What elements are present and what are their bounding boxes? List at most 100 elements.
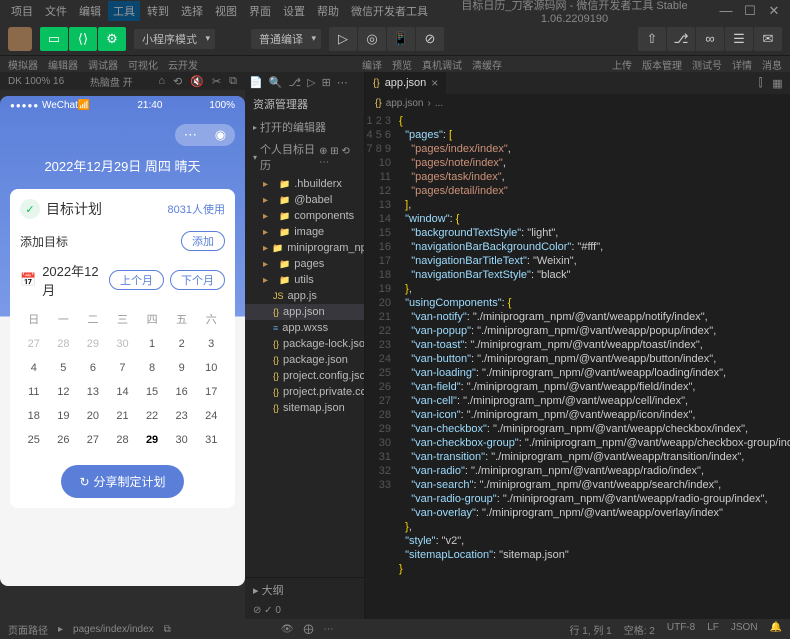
tree-item[interactable]: {}sitemap.json (245, 400, 364, 416)
refresh-icon[interactable]: ⟲ (173, 75, 182, 88)
calendar-day[interactable]: 12 (50, 381, 78, 403)
mute-icon[interactable]: 🔇 (190, 75, 204, 88)
search-tab-icon[interactable]: 🔍 (269, 76, 283, 89)
upload-button[interactable]: ⇧ (638, 27, 666, 51)
tree-item[interactable]: {}project.private.config.js... (245, 384, 364, 400)
tree-item[interactable]: {}app.json (245, 304, 364, 320)
calendar-day[interactable]: 7 (109, 357, 137, 379)
calendar-day[interactable]: 1 (138, 333, 166, 355)
git-tab-icon[interactable]: ⎇ (288, 76, 301, 89)
code-editor[interactable]: 1 2 3 4 5 6 7 8 9 10 11 12 13 14 15 16 1… (365, 112, 790, 619)
calendar-day[interactable]: 21 (109, 405, 137, 427)
cut-icon[interactable]: ✂ (212, 75, 221, 88)
close-button[interactable]: ✕ (764, 3, 784, 19)
theme-label[interactable]: 热脑盘 开 (90, 74, 133, 89)
menu-item[interactable]: 界面 (244, 1, 276, 21)
more-status-icon[interactable]: ⋯ (324, 624, 334, 635)
more-tab-icon[interactable]: ⋯ (337, 76, 348, 89)
debugger-button[interactable]: ⚙ (98, 27, 126, 51)
message-button[interactable]: ✉ (754, 27, 782, 51)
calendar-day[interactable]: 25 (20, 429, 48, 451)
simulator-button[interactable]: ▭ (40, 27, 68, 51)
split-icon[interactable]: ⫿ (759, 77, 763, 90)
tree-item[interactable]: ▸📁utils (245, 272, 364, 288)
calendar-day[interactable]: 27 (20, 333, 48, 355)
calendar-day[interactable]: 18 (20, 405, 48, 427)
calendar-day[interactable]: 5 (50, 357, 78, 379)
menu-item[interactable]: 工具 (108, 1, 140, 21)
tree-item[interactable]: {}project.config.json (245, 368, 364, 384)
calendar-day[interactable]: 15 (138, 381, 166, 403)
calendar-day[interactable]: 31 (197, 429, 225, 451)
menu-item[interactable]: 视图 (210, 1, 242, 21)
files-tab-icon[interactable]: 📄 (249, 76, 263, 89)
calendar-day[interactable]: 23 (168, 405, 196, 427)
add-button[interactable]: 添加 (181, 231, 225, 251)
page-path[interactable]: pages/index/index (73, 624, 154, 635)
calendar-day[interactable]: 29 (138, 429, 166, 451)
editor-button[interactable]: ⟨⟩ (69, 27, 97, 51)
eye-icon[interactable]: 👁 (281, 624, 294, 635)
menu-item[interactable]: 转到 (142, 1, 174, 21)
calendar-day[interactable]: 22 (138, 405, 166, 427)
tree-item[interactable]: ≡app.wxss (245, 320, 364, 336)
test-button[interactable]: ∞ (696, 27, 724, 51)
scene-icon[interactable]: ⨁ (304, 624, 314, 635)
calendar-day[interactable]: 2 (168, 333, 196, 355)
cursor-position[interactable]: 行 1, 列 1 (569, 622, 611, 637)
mode-dropdown[interactable]: 小程序模式 (134, 29, 215, 49)
menu-item[interactable]: 帮助 (312, 1, 344, 21)
calendar-day[interactable]: 26 (50, 429, 78, 451)
tree-item[interactable]: {}package-lock.json (245, 336, 364, 352)
calendar-day[interactable]: 24 (197, 405, 225, 427)
debug-tab-icon[interactable]: ▷ (307, 76, 315, 89)
open-editors-section[interactable]: 打开的编辑器 (245, 116, 364, 138)
tree-item[interactable]: ▸📁miniprogram_npm (245, 240, 364, 256)
preview-button[interactable]: ◎ (358, 27, 386, 51)
tree-item[interactable]: {}package.json (245, 352, 364, 368)
breadcrumb[interactable]: {}app.json › ... (365, 94, 790, 112)
tree-item[interactable]: ▸📁components (245, 208, 364, 224)
calendar-day[interactable]: 11 (20, 381, 48, 403)
project-section[interactable]: 个人目标日历 ⊕ ⊞ ⟲ ⋯ (245, 138, 364, 176)
tree-item[interactable]: JSapp.js (245, 288, 364, 304)
calendar-day[interactable]: 28 (50, 333, 78, 355)
calendar-day[interactable]: 6 (79, 357, 107, 379)
compile-button[interactable]: ▷ (329, 27, 357, 51)
tree-item[interactable]: ▸📁@babel (245, 192, 364, 208)
menu-item[interactable]: 项目 (6, 1, 38, 21)
minimize-button[interactable]: — (716, 3, 736, 19)
editor-tab[interactable]: {} app.json × (365, 72, 446, 94)
language-mode[interactable]: JSON (731, 622, 758, 637)
bell-icon[interactable]: 🔔 (770, 622, 782, 637)
close-tab-icon[interactable]: × (431, 76, 438, 90)
maximize-button[interactable]: ☐ (740, 3, 760, 19)
calendar-day[interactable]: 29 (79, 333, 107, 355)
calendar-day[interactable]: 14 (109, 381, 137, 403)
calendar-day[interactable]: 17 (197, 381, 225, 403)
calendar-day[interactable]: 20 (79, 405, 107, 427)
prev-month-button[interactable]: 上个月 (109, 270, 164, 290)
calendar-day[interactable]: 9 (168, 357, 196, 379)
tree-item[interactable]: ▸📁.hbuilderx (245, 176, 364, 192)
calendar-day[interactable]: 30 (109, 333, 137, 355)
menu-item[interactable]: 文件 (40, 1, 72, 21)
outline-section[interactable]: ▸ 大纲 (245, 577, 364, 602)
calendar-day[interactable]: 19 (50, 405, 78, 427)
calendar-day[interactable]: 13 (79, 381, 107, 403)
layout-icon[interactable]: ▦ (772, 77, 782, 90)
menu-item[interactable]: 选择 (176, 1, 208, 21)
copy-icon[interactable]: ⧉ (164, 624, 171, 635)
next-month-button[interactable]: 下个月 (170, 270, 225, 290)
avatar[interactable] (8, 27, 32, 51)
share-button[interactable]: ↻ 分享制定计划 (61, 465, 183, 498)
calendar-day[interactable]: 10 (197, 357, 225, 379)
capsule-button[interactable]: ⋯◉ (175, 124, 235, 146)
calendar-day[interactable]: 30 (168, 429, 196, 451)
menu-item[interactable]: 设置 (278, 1, 310, 21)
calendar-day[interactable]: 3 (197, 333, 225, 355)
eol[interactable]: LF (707, 622, 719, 637)
ext-tab-icon[interactable]: ⊞ (322, 76, 331, 89)
tree-item[interactable]: ▸📁pages (245, 256, 364, 272)
menu-item[interactable]: 微信开发者工具 (346, 1, 433, 21)
